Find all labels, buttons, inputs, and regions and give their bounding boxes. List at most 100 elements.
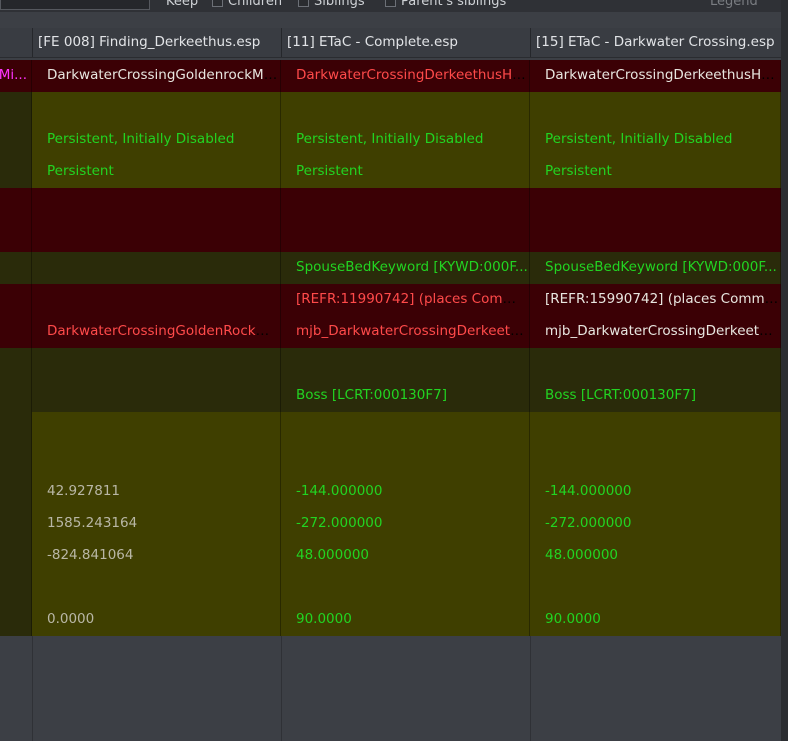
value-cell[interactable] xyxy=(32,348,281,380)
row-label-cell[interactable] xyxy=(0,188,32,220)
value-cell[interactable] xyxy=(281,444,530,476)
value-cell[interactable]: 48.000000 xyxy=(530,540,781,572)
value-cell[interactable]: SpouseBedKeyword [KYWD:000F... xyxy=(530,252,781,284)
value-cell[interactable]: Persistent xyxy=(32,156,281,188)
parents-siblings-checkbox[interactable] xyxy=(385,0,396,7)
value-cell[interactable]: Persistent xyxy=(530,156,781,188)
children-checkbox[interactable] xyxy=(212,0,223,7)
row-label-cell[interactable] xyxy=(0,476,32,508)
value-cell[interactable]: Boss [LCRT:000130F7] xyxy=(281,380,530,412)
value-cell[interactable] xyxy=(530,92,781,124)
value-cell[interactable]: -144.000000 xyxy=(281,476,530,508)
row-label-cell[interactable] xyxy=(0,220,32,252)
value-cell[interactable] xyxy=(530,572,781,604)
table-row[interactable]: Persistent, Initially Disabled Persistent… xyxy=(0,124,781,156)
table-row[interactable] xyxy=(0,188,781,220)
value-cell[interactable]: Persistent, Initially Disabled xyxy=(530,124,781,156)
table-row[interactable] xyxy=(0,572,781,604)
column-header-finding-derkeethus[interactable]: [FE 008] Finding_Derkeethus.esp xyxy=(32,28,281,57)
value-cell[interactable] xyxy=(281,92,530,124)
row-label-cell[interactable] xyxy=(0,124,32,156)
value-cell[interactable]: -144.000000 xyxy=(530,476,781,508)
table-row[interactable]: SpouseBedKeyword [KYWD:000F... SpouseBedK… xyxy=(0,252,781,284)
value-cell[interactable]: mjb_DarkwaterCrossingDerkeeth... xyxy=(281,316,530,348)
row-label-cell[interactable] xyxy=(0,284,32,316)
filter-input[interactable] xyxy=(0,0,150,10)
value-cell[interactable] xyxy=(32,380,281,412)
value-cell[interactable] xyxy=(32,444,281,476)
value-cell[interactable]: 0.0000 xyxy=(32,604,281,636)
row-label-cell[interactable] xyxy=(0,604,32,636)
value-cell[interactable]: 90.0000 xyxy=(530,604,781,636)
table-row[interactable]: Persistent Persistent Persistent xyxy=(0,156,781,188)
value-cell[interactable]: Persistent, Initially Disabled xyxy=(32,124,281,156)
value-cell[interactable]: DarkwaterCrossingDerkeethusHo... xyxy=(530,60,781,92)
value-cell[interactable] xyxy=(32,220,281,252)
value-cell[interactable] xyxy=(32,284,281,316)
value-cell[interactable]: DarkwaterCrossingGoldenrockMi... xyxy=(32,60,281,92)
value-cell[interactable]: Boss [LCRT:000130F7] xyxy=(530,380,781,412)
row-label-cell[interactable] xyxy=(0,156,32,188)
value-cell[interactable] xyxy=(530,348,781,380)
row-label-cell[interactable] xyxy=(0,92,32,124)
value-cell[interactable] xyxy=(530,220,781,252)
value-cell[interactable] xyxy=(281,412,530,444)
table-row[interactable]: DarkwaterCrossingGoldenRockM... mjb_Darkw… xyxy=(0,316,781,348)
table-row[interactable] xyxy=(0,220,781,252)
value-cell[interactable]: [REFR:15990742] (places Commo... xyxy=(530,284,781,316)
value-cell[interactable] xyxy=(32,188,281,220)
table-row[interactable]: [REFR:11990742] (places Commo... [REFR:15… xyxy=(0,284,781,316)
siblings-checkbox[interactable] xyxy=(298,0,309,7)
table-row[interactable]: Mi... DarkwaterCrossingGoldenrockMi... Dar… xyxy=(0,60,781,92)
siblings-label[interactable]: Siblings xyxy=(314,0,365,9)
parents-siblings-label[interactable]: Parent's siblings xyxy=(401,0,506,9)
value-cell[interactable] xyxy=(32,412,281,444)
row-label-cell[interactable] xyxy=(0,540,32,572)
table-row[interactable]: 0.0000 90.0000 90.0000 xyxy=(0,604,781,636)
value-cell[interactable] xyxy=(32,572,281,604)
row-label-cell[interactable] xyxy=(0,348,32,380)
value-cell[interactable]: -824.841064 xyxy=(32,540,281,572)
value-cell[interactable]: -272.000000 xyxy=(281,508,530,540)
value-cell[interactable] xyxy=(32,252,281,284)
vertical-scrollbar[interactable] xyxy=(781,0,788,741)
column-header-etac-darkwater[interactable]: [15] ETaC - Darkwater Crossing.esp xyxy=(530,28,781,57)
value-cell[interactable]: SpouseBedKeyword [KYWD:000F... xyxy=(281,252,530,284)
children-label[interactable]: Children xyxy=(228,0,282,9)
row-label-cell[interactable]: Mi... xyxy=(0,60,32,92)
value-cell[interactable]: Persistent, Initially Disabled xyxy=(281,124,530,156)
row-label-cell[interactable] xyxy=(0,412,32,444)
column-divider[interactable] xyxy=(32,28,33,57)
value-cell[interactable]: [REFR:11990742] (places Commo... xyxy=(281,284,530,316)
value-cell[interactable]: mjb_DarkwaterCrossingDerkeeth... xyxy=(530,316,781,348)
legend-button[interactable]: Legend xyxy=(710,0,758,9)
value-cell[interactable] xyxy=(530,412,781,444)
row-label-cell[interactable] xyxy=(0,572,32,604)
value-cell[interactable]: 42.927811 xyxy=(32,476,281,508)
row-label-cell[interactable] xyxy=(0,508,32,540)
table-row[interactable] xyxy=(0,444,781,476)
table-row[interactable]: -824.841064 48.000000 48.000000 xyxy=(0,540,781,572)
table-row[interactable]: Boss [LCRT:000130F7] Boss [LCRT:000130F7] xyxy=(0,380,781,412)
value-cell[interactable] xyxy=(530,188,781,220)
row-label-cell[interactable] xyxy=(0,380,32,412)
value-cell[interactable]: -272.000000 xyxy=(530,508,781,540)
table-row[interactable] xyxy=(0,412,781,444)
value-cell[interactable] xyxy=(281,348,530,380)
value-cell[interactable]: 90.0000 xyxy=(281,604,530,636)
value-cell[interactable]: DarkwaterCrossingDerkeethusHo... xyxy=(281,60,530,92)
value-cell[interactable]: Persistent xyxy=(281,156,530,188)
table-row[interactable]: 1585.243164 -272.000000 -272.000000 xyxy=(0,508,781,540)
row-label-cell[interactable] xyxy=(0,316,32,348)
value-cell[interactable]: 1585.243164 xyxy=(32,508,281,540)
table-row[interactable] xyxy=(0,348,781,380)
value-cell[interactable] xyxy=(281,188,530,220)
value-cell[interactable] xyxy=(530,444,781,476)
value-cell[interactable]: 48.000000 xyxy=(281,540,530,572)
row-label-cell[interactable] xyxy=(0,252,32,284)
column-header-etac-complete[interactable]: [11] ETaC - Complete.esp xyxy=(281,28,530,57)
value-cell[interactable]: DarkwaterCrossingGoldenRockM... xyxy=(32,316,281,348)
value-cell[interactable] xyxy=(32,92,281,124)
value-cell[interactable] xyxy=(281,572,530,604)
value-cell[interactable] xyxy=(281,220,530,252)
